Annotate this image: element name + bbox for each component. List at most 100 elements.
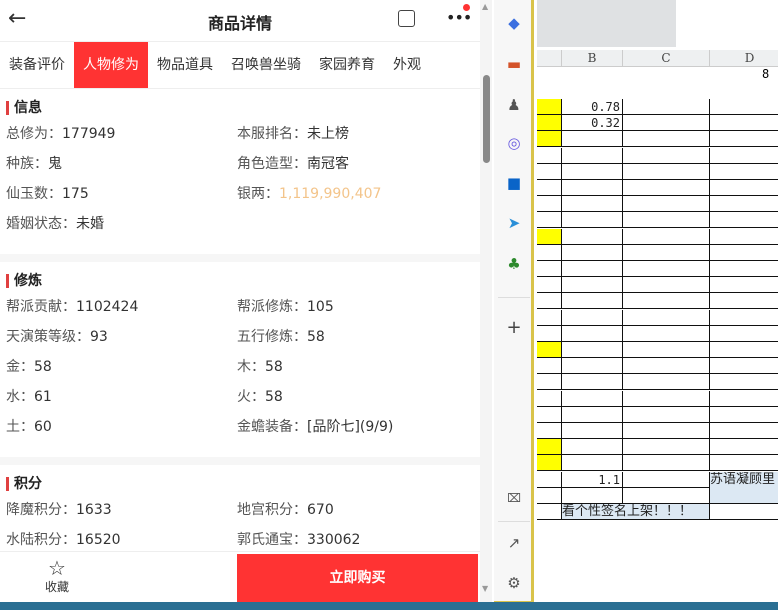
cell-A[interactable] [537, 309, 562, 326]
cell-B[interactable] [562, 277, 623, 294]
cell-D[interactable] [710, 277, 778, 294]
cell-B[interactable] [562, 390, 623, 407]
cell-B[interactable]: 0.32 [562, 115, 623, 132]
cell-A[interactable] [537, 147, 562, 164]
tab-2[interactable]: 物品道具 [148, 42, 222, 88]
cell-A[interactable] [537, 131, 562, 148]
cell-B[interactable] [562, 293, 623, 310]
cell-D[interactable] [710, 504, 778, 520]
cell-C[interactable] [623, 309, 710, 326]
cell-C[interactable] [623, 487, 710, 504]
cell-C[interactable] [623, 374, 710, 391]
cell-D[interactable] [710, 115, 778, 132]
cell-C[interactable] [623, 390, 710, 407]
cell-D[interactable] [710, 229, 778, 245]
cell-A[interactable] [537, 423, 562, 439]
tag-icon[interactable]: ◆ [504, 13, 524, 33]
cell-B[interactable] [562, 406, 623, 423]
cell-A[interactable] [537, 471, 562, 488]
cell-D[interactable] [710, 212, 778, 229]
send-icon[interactable]: ➤ [504, 213, 524, 233]
cell-B[interactable] [562, 244, 623, 261]
cell-C[interactable] [623, 471, 710, 488]
cell-B[interactable] [562, 131, 623, 148]
cell-B[interactable] [562, 358, 623, 375]
tab-3[interactable]: 召唤兽坐骑 [222, 42, 310, 88]
tab-5[interactable]: 外观 [384, 42, 430, 88]
column-header-C[interactable]: C [623, 50, 710, 67]
cell-value[interactable]: 8 [762, 67, 769, 81]
cell-B[interactable] [562, 439, 623, 456]
cell-D[interactable] [710, 164, 778, 180]
cell-A[interactable] [537, 163, 562, 180]
cell-A[interactable] [537, 358, 562, 375]
cell-B[interactable] [562, 455, 623, 472]
cell-C[interactable] [623, 244, 710, 261]
cell-A[interactable] [537, 439, 562, 456]
cell-A[interactable] [537, 228, 562, 245]
cell-C[interactable] [623, 358, 710, 375]
cell-D[interactable] [710, 99, 778, 115]
cell-C[interactable] [623, 342, 710, 358]
cell-D[interactable] [710, 196, 778, 213]
cell-BC-merged[interactable]: 看个性签名上架！！！ [562, 504, 710, 520]
cell-C[interactable] [623, 180, 710, 196]
cell-D[interactable] [710, 293, 778, 310]
outlook-icon[interactable]: ■ [504, 173, 524, 193]
cell-A[interactable] [537, 374, 562, 391]
cell-D[interactable] [710, 407, 778, 423]
settings-icon[interactable]: ⚙ [504, 573, 524, 593]
tab-1[interactable]: 人物修为 [74, 42, 148, 88]
cell-B[interactable] [562, 342, 623, 358]
cell-C[interactable] [623, 147, 710, 164]
cell-A[interactable] [537, 342, 562, 358]
cell-A[interactable] [537, 244, 562, 261]
cell-B[interactable] [562, 374, 623, 391]
scrollbar-thumb[interactable] [483, 75, 490, 163]
cell-A[interactable] [537, 180, 562, 196]
cell-A[interactable] [537, 212, 562, 229]
screenshot-icon[interactable]: ⌧ [504, 488, 524, 508]
cell-C[interactable] [623, 293, 710, 310]
share-icon[interactable] [398, 10, 415, 27]
cell-C[interactable] [623, 131, 710, 148]
cell-C[interactable] [623, 261, 710, 277]
cell-A[interactable] [537, 196, 562, 213]
cell-C[interactable] [623, 196, 710, 213]
scroll-up-icon[interactable]: ▲ [482, 2, 488, 11]
cell-B[interactable] [562, 325, 623, 342]
column-header-D[interactable]: D [710, 50, 778, 67]
cell-A[interactable] [537, 115, 562, 132]
cell-B[interactable] [562, 212, 623, 229]
cell-A[interactable] [537, 487, 562, 504]
cell-B[interactable] [562, 487, 623, 504]
cell-A[interactable] [537, 390, 562, 407]
cell-D[interactable] [710, 439, 778, 456]
cell-D[interactable] [710, 455, 778, 472]
tab-4[interactable]: 家园养育 [310, 42, 384, 88]
cell-D[interactable] [710, 358, 778, 375]
cell-B[interactable]: 0.78 [562, 99, 623, 115]
cell-B[interactable] [562, 423, 623, 439]
cell-D[interactable] [710, 310, 778, 326]
cell-B[interactable] [562, 180, 623, 196]
cell-A[interactable] [537, 277, 562, 294]
cell-D[interactable] [710, 326, 778, 342]
cell-D[interactable] [710, 342, 778, 358]
cell-B[interactable] [562, 228, 623, 245]
tree-icon[interactable]: ♣ [504, 254, 524, 274]
cell-A[interactable] [537, 99, 562, 115]
add-icon[interactable]: + [504, 318, 524, 338]
scrollbar[interactable]: ▲ ▼ [480, 0, 492, 602]
cell-D[interactable] [710, 180, 778, 196]
cell-C[interactable] [623, 406, 710, 423]
cell-D[interactable]: 苏语凝顾里 [710, 471, 778, 488]
cell-D[interactable] [710, 423, 778, 439]
cell-A[interactable] [537, 455, 562, 472]
cell-D[interactable] [710, 148, 778, 164]
cell-C[interactable] [623, 423, 710, 439]
cell-D[interactable] [710, 245, 778, 261]
cell-C[interactable] [623, 115, 710, 132]
cell-C[interactable] [623, 228, 710, 245]
cell-C[interactable] [623, 212, 710, 229]
